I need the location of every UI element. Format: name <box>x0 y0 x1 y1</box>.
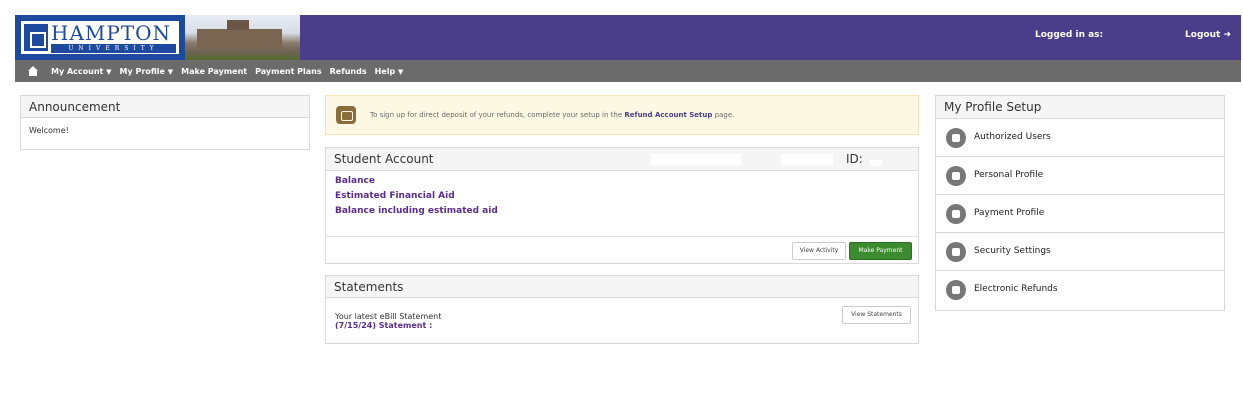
profile-item-authorized-users[interactable]: Authorized Users <box>936 119 1224 157</box>
top-header: HAMPTON UNIVERSITY Logged in as: Logout … <box>15 15 1241 60</box>
estimated-financial-aid-link[interactable]: Estimated Financial Aid <box>335 191 909 201</box>
announcement-title: Announcement <box>21 96 309 118</box>
building-graphic <box>197 20 282 49</box>
statements-panel: Statements Your latest eBill Statement (… <box>325 275 919 344</box>
logo-title: HAMPTON <box>51 21 172 45</box>
users-icon <box>946 128 966 148</box>
profile-item-electronic-refunds[interactable]: Electronic Refunds <box>936 271 1224 309</box>
lock-icon <box>946 242 966 262</box>
view-activity-button[interactable]: View Activity <box>792 242 846 260</box>
refund-account-setup-link[interactable]: Refund Account Setup <box>624 111 712 119</box>
profile-item-personal-profile[interactable]: Personal Profile <box>936 157 1224 195</box>
announcement-panel: Announcement Welcome! <box>20 95 310 150</box>
nav-my-profile[interactable]: My Profile ▼ <box>120 67 174 76</box>
student-account-footer: View Activity Make Payment <box>326 236 918 264</box>
notice-text: To sign up for direct deposit of your re… <box>370 111 735 119</box>
money-icon <box>336 106 356 124</box>
latest-statement-label: Your latest eBill Statement <box>335 312 442 321</box>
credit-card-icon <box>946 204 966 224</box>
caret-down-icon: ▼ <box>106 67 112 76</box>
student-account-title: Student Account <box>334 152 434 166</box>
logout-link[interactable]: Logout ➜ <box>1185 30 1231 40</box>
id-label: ID: <box>846 152 863 166</box>
profile-item-security-settings[interactable]: Security Settings <box>936 233 1224 271</box>
view-statements-button[interactable]: View Statements <box>842 306 911 324</box>
caret-down-icon: ▼ <box>167 67 174 76</box>
caret-down-icon: ▼ <box>397 67 404 76</box>
redacted-id <box>870 160 882 166</box>
nav-payment-plans[interactable]: Payment Plans <box>255 67 322 76</box>
profile-setup-title: My Profile Setup <box>936 96 1224 119</box>
main-navbar: My Account ▼ My Profile ▼ Make Payment P… <box>15 60 1241 82</box>
campus-photo <box>185 15 300 60</box>
redacted-field <box>781 154 833 165</box>
announcement-body: Welcome! <box>29 126 69 135</box>
nav-make-payment[interactable]: Make Payment <box>181 67 247 76</box>
university-logo[interactable]: HAMPTON UNIVERSITY <box>15 15 185 60</box>
logged-in-label: Logged in as: <box>1035 30 1104 40</box>
logout-label: Logout <box>1185 30 1221 40</box>
redacted-name <box>651 154 741 165</box>
nav-my-account[interactable]: My Account ▼ <box>51 67 112 76</box>
balance-including-aid-link[interactable]: Balance including estimated aid <box>335 206 909 216</box>
statements-title: Statements <box>326 276 918 298</box>
nav-help[interactable]: Help ▼ <box>375 67 404 76</box>
balance-link[interactable]: Balance <box>335 176 909 186</box>
logout-icon: ➜ <box>1223 30 1231 40</box>
direct-deposit-notice: To sign up for direct deposit of your re… <box>325 95 919 135</box>
nav-refunds[interactable]: Refunds <box>330 67 367 76</box>
profile-item-payment-profile[interactable]: Payment Profile <box>936 195 1224 233</box>
logo-subtitle: UNIVERSITY <box>51 44 176 53</box>
refund-icon <box>946 280 966 300</box>
profile-setup-panel: My Profile Setup Authorized Users Person… <box>935 95 1225 311</box>
student-account-panel: Student Account ID: Balance Estimated Fi… <box>325 147 919 264</box>
make-payment-button[interactable]: Make Payment <box>849 242 912 260</box>
statement-link[interactable]: (7/15/24) Statement : <box>335 321 441 330</box>
home-icon[interactable] <box>27 66 39 76</box>
person-icon <box>946 166 966 186</box>
seal-icon <box>24 24 48 51</box>
